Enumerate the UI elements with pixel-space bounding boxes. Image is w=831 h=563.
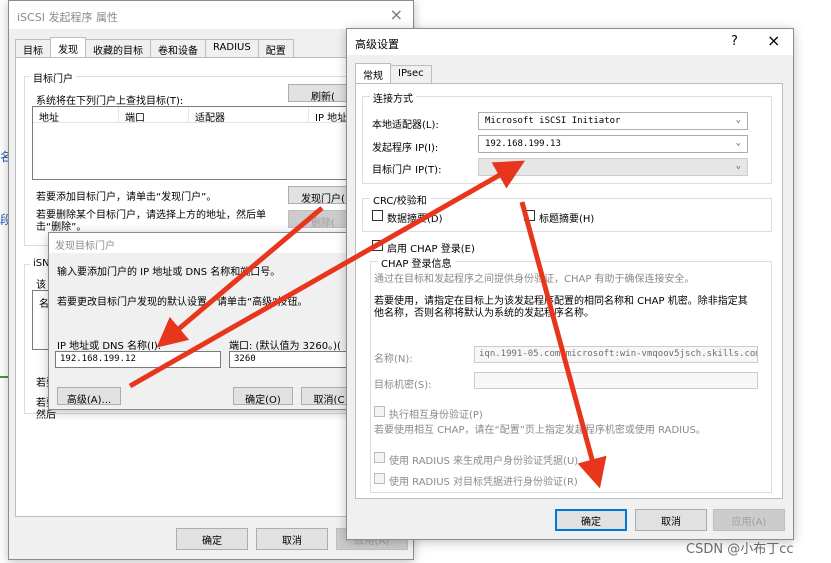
port-label: 端口: (默认值为 3260。)(	[229, 341, 341, 352]
tab-discovery[interactable]: 发现	[50, 37, 86, 57]
adv-title-bar: 高级设置 ? ×	[347, 29, 793, 55]
list-caption: 系统将在下列门户上查找目标(T):	[36, 96, 184, 107]
general-panel: 连接方式 本地适配器(L): Microsoft iSCSI Initiator…	[355, 83, 783, 499]
adv-cancel-button[interactable]: 取消	[635, 509, 707, 531]
tab-strip: 目标 发现 收藏的目标 卷和设备 RADIUS 配置	[15, 37, 294, 57]
chevron-down-icon: ⌄	[735, 115, 741, 125]
header-digest-checkbox[interactable]	[524, 210, 535, 221]
chap-use: 若要使用，请指定在目标上为该发起程序配置的相同名称和 CHAP 机密。除非指定其…	[374, 296, 748, 319]
ip-label: IP 地址或 DNS 名称(I):	[57, 341, 162, 352]
header-digest-label: 标题摘要(H)	[539, 214, 595, 225]
adv-apply-button[interactable]: 应用(A)	[713, 509, 785, 531]
local-adapter-select[interactable]: Microsoft iSCSI Initiator ⌄	[478, 112, 748, 130]
tab-general[interactable]: 常规	[355, 63, 391, 83]
tab-favorites[interactable]: 收藏的目标	[85, 39, 151, 57]
tab-radius[interactable]: RADIUS	[205, 39, 259, 57]
initiator-ip-value: 192.168.199.13	[485, 139, 561, 149]
discover-title-bar: 发现目标门户	[49, 233, 361, 253]
portal-list[interactable]: 地址 端口 适配器 IP 地址	[32, 106, 358, 180]
discover-line-2: 若要更改目标门户发现的默认设置，请单击“高级”按钮。	[57, 297, 308, 308]
target-ip-select[interactable]: ⌄	[478, 158, 748, 176]
data-digest-label: 数据摘要(D)	[387, 214, 443, 225]
title-bar: iSCSI 发起程序 属性 ×	[9, 1, 413, 29]
mutual-auth-label: 执行相互身份验证(P)	[389, 410, 483, 421]
chevron-down-icon: ⌄	[735, 161, 741, 171]
secret-label: 目标机密(S):	[374, 380, 432, 391]
port-input[interactable]: 3260	[229, 351, 349, 368]
initiator-ip-label: 发起程序 IP(I):	[372, 143, 439, 154]
crc-title: CRC/校验和	[370, 192, 430, 207]
advanced-button[interactable]: 高级(A)...	[57, 387, 121, 405]
delete-hint: 若要删除某个目标门户，请选择上方的地址，然后单击“删除”。	[36, 210, 266, 233]
chap-title: CHAP 登录信息	[378, 255, 455, 270]
portal-list-header: 地址 端口 适配器 IP 地址	[33, 107, 357, 123]
initiator-ip-select[interactable]: 192.168.199.13 ⌄	[478, 135, 748, 153]
col-address[interactable]: 地址	[33, 107, 119, 122]
chevron-down-icon: ⌄	[735, 138, 741, 148]
target-portals-title: 目标门户	[30, 70, 76, 85]
bg-ok-button[interactable]: 确定	[176, 528, 248, 550]
target-ip-label: 目标门户 IP(T):	[372, 165, 442, 176]
col-adapter[interactable]: 适配器	[189, 107, 309, 122]
enable-chap-checkbox[interactable]	[372, 240, 383, 251]
radius-user-label: 使用 RADIUS 来生成用户身份验证凭据(U)	[389, 456, 579, 467]
advanced-settings-dialog: 高级设置 ? × 常规 IPsec 连接方式 本地适配器(L): Microso…	[346, 28, 794, 540]
col-port[interactable]: 端口	[119, 107, 189, 122]
radius-target-checkbox[interactable]	[374, 473, 385, 484]
discover-ok-button[interactable]: 确定(O)	[233, 387, 293, 405]
discover-portal-dialog: 发现目标门户 输入要添加门户的 IP 地址或 DNS 名称和端口号。 若要更改目…	[48, 232, 362, 410]
tab-config[interactable]: 配置	[257, 39, 294, 57]
adv-ok-button[interactable]: 确定	[555, 509, 627, 531]
radius-target-label: 使用 RADIUS 对目标凭据进行身份验证(R)	[389, 477, 578, 488]
local-adapter-label: 本地适配器(L):	[372, 120, 439, 131]
add-hint: 若要添加目标门户，请单击“发现门户”。	[36, 192, 217, 203]
chap-desc: 通过在目标和发起程序之间提供身份验证，CHAP 有助于确保连接安全。	[374, 274, 695, 285]
connect-title: 连接方式	[370, 90, 416, 105]
tab-ipsec[interactable]: IPsec	[390, 65, 432, 83]
tab-volumes[interactable]: 卷和设备	[150, 39, 206, 57]
tab-targets[interactable]: 目标	[15, 39, 51, 57]
bg-cancel-button[interactable]: 取消	[256, 528, 328, 550]
mutual-auth-checkbox[interactable]	[374, 406, 385, 417]
discover-title: 发现目标门户	[55, 241, 115, 252]
close-icon[interactable]: ×	[390, 5, 403, 24]
adv-close-icon[interactable]: ×	[767, 31, 780, 50]
discover-line-1: 输入要添加门户的 IP 地址或 DNS 名称和端口号。	[57, 267, 281, 278]
secret-input[interactable]	[474, 372, 758, 389]
adv-title: 高级设置	[355, 38, 399, 51]
data-digest-checkbox[interactable]	[372, 210, 383, 221]
isns-text: 该	[36, 280, 46, 291]
help-icon[interactable]: ?	[731, 34, 738, 49]
watermark: CSDN @小布丁cc	[686, 542, 794, 557]
ip-input[interactable]: 192.168.199.12	[55, 351, 221, 368]
local-adapter-value: Microsoft iSCSI Initiator	[485, 116, 621, 126]
enable-chap-label: 启用 CHAP 登录(E)	[387, 244, 475, 255]
mutual-auth-desc: 若要使用相互 CHAP，请在“配置”页上指定发起程序机密或使用 RADIUS。	[374, 425, 706, 436]
adv-tab-strip: 常规 IPsec	[355, 63, 432, 83]
name-label: 名称(N):	[374, 354, 413, 365]
window-title: iSCSI 发起程序 属性	[17, 11, 118, 24]
radius-user-checkbox[interactable]	[374, 452, 385, 463]
name-input[interactable]: iqn.1991-05.com.microsoft:win-vmqoov5jsc…	[474, 346, 758, 363]
edge-green-line	[0, 376, 8, 378]
